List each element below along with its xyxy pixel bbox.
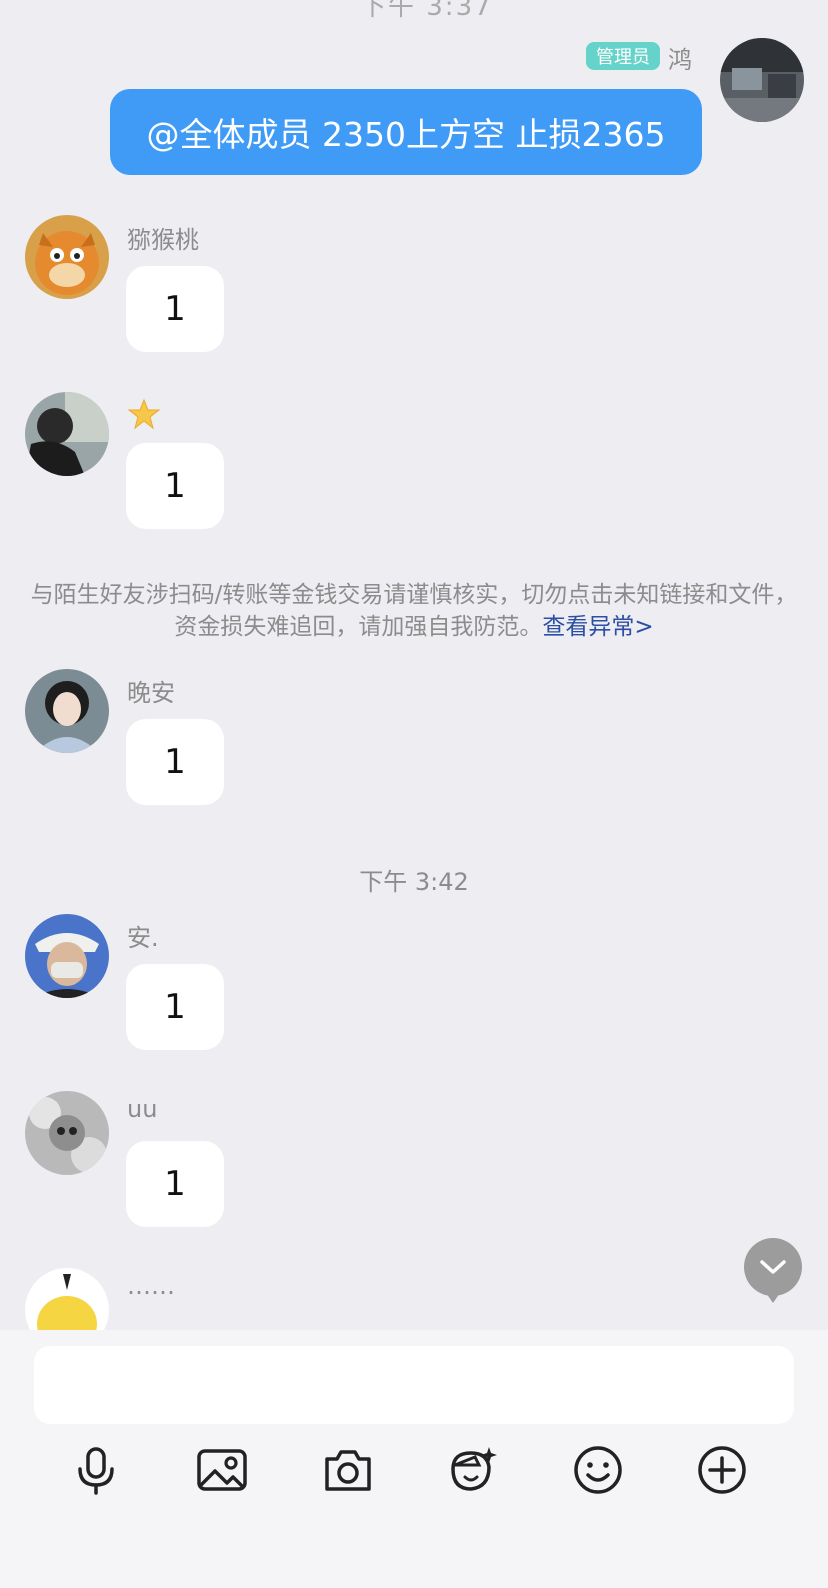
sender-name: 猕猴桃 bbox=[127, 226, 199, 254]
sender-name: 晚安 bbox=[127, 679, 175, 707]
top-timestamp: 下午 3:37 bbox=[360, 0, 493, 22]
mic-icon bbox=[78, 1447, 114, 1495]
sender-name: uu bbox=[127, 1095, 158, 1123]
avatar-image bbox=[720, 38, 804, 122]
image-button[interactable] bbox=[192, 1440, 252, 1500]
admin-badge: 管理员 bbox=[586, 42, 660, 70]
sticker-button[interactable] bbox=[442, 1440, 502, 1500]
camera-icon bbox=[325, 1450, 371, 1491]
self-avatar[interactable] bbox=[720, 38, 804, 122]
masked-avatar-image bbox=[25, 914, 109, 998]
message-bubble[interactable]: 1 bbox=[126, 266, 224, 352]
avatar[interactable] bbox=[25, 914, 109, 998]
avatar[interactable] bbox=[25, 1091, 109, 1175]
avatar[interactable] bbox=[25, 669, 109, 753]
time-divider: 下午 3:42 bbox=[359, 868, 469, 896]
message-bubble[interactable]: 1 bbox=[126, 443, 224, 529]
safety-notice: 与陌生好友涉扫码/转账等金钱交易请谨慎核实，切勿点击未知链接和文件，资金损失难追… bbox=[30, 579, 798, 643]
cat-avatar-image bbox=[25, 215, 109, 299]
notice-text: 与陌生好友涉扫码/转账等金钱交易请谨慎核实，切勿点击未知链接和文件，资金损失难追… bbox=[30, 582, 798, 640]
view-exception-link[interactable]: 查看异常> bbox=[542, 614, 653, 640]
girl-avatar-image bbox=[25, 669, 109, 753]
self-message-bubble[interactable]: @全体成员 2350上方空 止损2365 bbox=[110, 89, 702, 175]
chevron-down-icon bbox=[760, 1260, 786, 1274]
voice-button[interactable] bbox=[66, 1440, 126, 1500]
message-bubble[interactable]: 1 bbox=[126, 719, 224, 805]
self-sender-name: 鸿 bbox=[668, 46, 692, 74]
star-icon bbox=[128, 398, 160, 430]
plus-icon bbox=[698, 1446, 746, 1494]
more-button[interactable] bbox=[692, 1440, 752, 1500]
scroll-to-bottom-button[interactable] bbox=[744, 1238, 802, 1303]
portrait-avatar-image bbox=[25, 392, 109, 476]
sticker-icon bbox=[451, 1447, 497, 1491]
avatar[interactable] bbox=[25, 392, 109, 476]
sender-name: …… bbox=[127, 1272, 175, 1300]
input-panel bbox=[0, 1330, 828, 1588]
image-icon bbox=[197, 1449, 247, 1491]
message-bubble[interactable]: 1 bbox=[126, 1141, 224, 1227]
emoji-button[interactable] bbox=[568, 1440, 628, 1500]
camera-button[interactable] bbox=[318, 1440, 378, 1500]
avatar[interactable] bbox=[25, 1268, 109, 1330]
message-input[interactable] bbox=[34, 1346, 794, 1424]
duck-avatar-image bbox=[25, 1268, 109, 1330]
message-bubble[interactable]: 1 bbox=[126, 964, 224, 1050]
chat-area[interactable]: 下午 3:37 管理员 鸿 @全体成员 2350上方空 止损2365 猕猴桃 1 bbox=[0, 0, 828, 1330]
flower-avatar-image bbox=[25, 1091, 109, 1175]
emoji-icon bbox=[574, 1446, 622, 1494]
avatar[interactable] bbox=[25, 215, 109, 299]
sender-name: 安. bbox=[127, 924, 159, 952]
